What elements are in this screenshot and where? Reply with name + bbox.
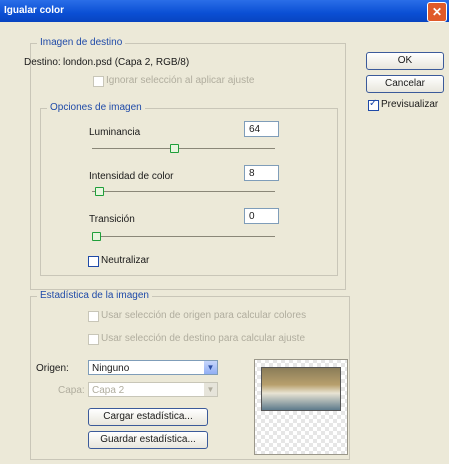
- ignore-selection-checkbox[interactable]: [93, 76, 104, 87]
- fade-input[interactable]: 0: [244, 208, 279, 224]
- destination-label: Destino:: [24, 57, 61, 68]
- layer-select-value: Capa 2: [92, 385, 125, 396]
- source-select[interactable]: Ninguno ▼: [88, 360, 218, 375]
- thumbnail-image: [261, 367, 341, 411]
- color-intensity-track: [92, 191, 275, 192]
- image-statistics-legend: Estadística de la imagen: [37, 290, 152, 301]
- chevron-down-icon: ▼: [204, 361, 217, 374]
- layer-label: Capa:: [58, 385, 85, 396]
- luminance-track: [92, 148, 275, 149]
- luminance-slider-thumb[interactable]: [170, 144, 180, 153]
- destination-value: london.psd (Capa 2, RGB/8): [63, 57, 190, 68]
- save-statistics-button[interactable]: Guardar estadística...: [88, 431, 208, 449]
- luminance-label: Luminancia: [89, 127, 141, 138]
- image-options-group: Opciones de imagen: [40, 102, 338, 276]
- layer-select[interactable]: Capa 2 ▼: [88, 382, 218, 397]
- use-target-selection-checkbox[interactable]: [88, 334, 99, 345]
- color-intensity-label: Intensidad de color: [89, 171, 174, 182]
- use-source-selection-checkbox[interactable]: [88, 311, 99, 322]
- title-bar: Igualar color ✕: [0, 0, 449, 22]
- neutralize-checkbox[interactable]: [88, 256, 99, 267]
- chevron-down-icon: ▼: [204, 383, 217, 396]
- source-thumbnail-preview: [254, 359, 348, 455]
- load-statistics-button[interactable]: Cargar estadística...: [88, 408, 208, 426]
- igualar-color-dialog: Igualar color ✕ OK Cancelar Previsualiza…: [0, 0, 449, 464]
- luminance-input[interactable]: 64: [244, 121, 279, 137]
- source-select-value: Ninguno: [92, 363, 130, 374]
- window-title: Igualar color: [4, 5, 65, 16]
- cancel-button[interactable]: Cancelar: [366, 75, 444, 93]
- use-target-selection-label: Usar selección de destino para calcular …: [101, 333, 305, 344]
- fade-track: [92, 236, 275, 237]
- neutralize-label: Neutralizar: [101, 255, 150, 266]
- image-options-legend: Opciones de imagen: [47, 102, 145, 113]
- color-intensity-slider-thumb[interactable]: [95, 187, 105, 196]
- color-intensity-input[interactable]: 8: [244, 165, 279, 181]
- fade-slider-thumb[interactable]: [92, 232, 101, 241]
- preview-label: Previsualizar: [381, 99, 439, 110]
- source-label: Origen:: [36, 363, 69, 374]
- target-image-legend: Imagen de destino: [37, 37, 126, 48]
- preview-checkbox[interactable]: [368, 98, 379, 111]
- close-icon[interactable]: ✕: [427, 2, 447, 22]
- ok-button[interactable]: OK: [366, 52, 444, 70]
- ignore-selection-label: Ignorar selección al aplicar ajuste: [106, 75, 255, 86]
- fade-label: Transición: [89, 214, 135, 225]
- use-source-selection-label: Usar selección de origen para calcular c…: [101, 310, 307, 321]
